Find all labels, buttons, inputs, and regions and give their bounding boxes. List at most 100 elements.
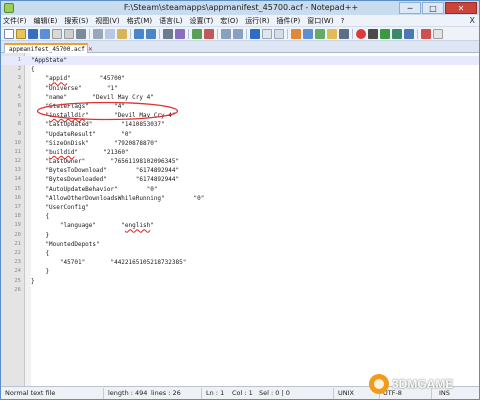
wrap-icon[interactable] — [250, 28, 260, 39]
tab-close-icon[interactable]: ✕ — [88, 46, 93, 53]
code-line[interactable]: 20 } — [1, 231, 479, 240]
sync-h-icon[interactable] — [233, 28, 243, 39]
code-line[interactable]: 6 "StateFlags" "4" — [1, 102, 479, 111]
menu-window[interactable]: 窗口(W) — [307, 16, 333, 26]
menu-macro[interactable]: 宏(O) — [220, 16, 238, 26]
code-line[interactable]: 26 — [1, 286, 479, 295]
print-icon[interactable] — [76, 28, 86, 39]
code-line[interactable]: 13 "BytesToDownload" "6174892944" — [1, 166, 479, 175]
toolbar-separator — [287, 28, 288, 39]
play-multiple-icon[interactable] — [392, 28, 402, 39]
editor-lines: 1 "AppState" 2{3 "appid" "45700" 4 "Univers… — [1, 56, 479, 295]
menu-search[interactable]: 搜索(S) — [64, 16, 88, 26]
code-line[interactable]: 21 "MountedDepots" — [1, 240, 479, 249]
toolbar-separator — [417, 28, 418, 39]
notepadpp-app-icon[interactable] — [4, 3, 14, 13]
cut-icon[interactable] — [93, 28, 103, 39]
play-icon[interactable] — [380, 28, 390, 39]
code-line[interactable]: 9 "UpdateResult" "0" — [1, 130, 479, 139]
redo-icon[interactable] — [146, 28, 156, 39]
code-line[interactable]: 8 "LastUpdated" "1410853037" — [1, 120, 479, 129]
code-line[interactable]: 18 { — [1, 212, 479, 221]
code-line[interactable]: 15 "AutoUpdateBehavior" "0" — [1, 185, 479, 194]
folder-icon[interactable] — [327, 28, 337, 39]
spellcheck-icon[interactable] — [421, 28, 431, 39]
toolbar-separator — [130, 28, 131, 39]
code-line[interactable]: 14 "BytesDownloaded" "6174892944" — [1, 175, 479, 184]
line-text: "UpdateResult" "0" — [31, 130, 133, 138]
line-number: 12 — [14, 158, 21, 165]
code-line[interactable]: 5 "name" "Devil May Cry 4" — [1, 93, 479, 102]
code-line[interactable]: 4 "Universe" "1" — [1, 84, 479, 93]
text-editor[interactable]: 1 "AppState" 2{3 "appid" "45700" 4 "Univers… — [1, 53, 479, 386]
menu-help[interactable]: ? — [341, 17, 345, 25]
close-window-button[interactable]: ✕ — [445, 2, 477, 14]
code-line[interactable]: 3 "appid" "45700" — [1, 74, 479, 83]
undo-icon[interactable] — [134, 28, 144, 39]
misspelled-word: buildid — [49, 148, 75, 156]
code-line[interactable]: 23 "45701" "4422165105218732385" — [1, 258, 479, 267]
line-text-part: "language" " — [31, 222, 125, 230]
code-line[interactable]: 24 } — [1, 267, 479, 276]
menu-language[interactable]: 语言(L) — [159, 16, 182, 26]
open-icon[interactable] — [16, 28, 26, 39]
menu-file[interactable]: 文件(F) — [3, 16, 27, 26]
indent-guide-icon[interactable] — [274, 28, 284, 39]
code-line[interactable]: 19 "language" "english" — [1, 221, 479, 230]
monitor-icon[interactable] — [339, 28, 349, 39]
menu-view[interactable]: 视图(V) — [95, 16, 119, 26]
abc-icon[interactable] — [433, 28, 443, 39]
save-macro-icon[interactable] — [404, 28, 414, 39]
menu-format[interactable]: 格式(M) — [127, 16, 153, 26]
line-number: 22 — [14, 249, 21, 256]
code-line[interactable]: 12 "LastOwner" "76561198102096345" — [1, 157, 479, 166]
stop-icon[interactable] — [368, 28, 378, 39]
code-line[interactable]: 11 "buildid" "21360" — [1, 148, 479, 157]
code-line[interactable]: 17 "UserConfig" — [1, 203, 479, 212]
close-all-icon[interactable] — [64, 28, 74, 39]
maximize-button[interactable]: □ — [422, 2, 444, 14]
watermark-logo-icon — [369, 374, 389, 394]
status-eol[interactable]: UNIX — [338, 389, 354, 397]
all-chars-icon[interactable] — [262, 28, 272, 39]
code-line[interactable]: 2{ — [1, 65, 479, 74]
sync-v-icon[interactable] — [221, 28, 231, 39]
copy-icon[interactable] — [105, 28, 115, 39]
close-icon[interactable] — [52, 28, 62, 39]
code-line[interactable]: 7 "installdir" "Devil May Cry 4" — [1, 111, 479, 120]
paste-icon[interactable] — [117, 28, 127, 39]
menu-edit[interactable]: 编辑(E) — [34, 16, 58, 26]
title-bar[interactable]: F:\Steam\steamapps\appmanifest_45700.acf… — [1, 1, 479, 15]
code-line[interactable]: 25} — [1, 277, 479, 286]
udl-icon[interactable] — [291, 28, 301, 39]
code-line[interactable]: 16 "AllowOtherDownloadsWhileRunning" "0" — [1, 194, 479, 203]
zoom-in-icon[interactable] — [192, 28, 202, 39]
doc-map-icon[interactable] — [303, 28, 313, 39]
function-list-icon[interactable] — [315, 28, 325, 39]
line-number: 5 — [17, 93, 21, 100]
line-number: 17 — [14, 204, 21, 210]
line-text: "installdir" "Devil May Cry 4" — [31, 111, 175, 120]
menu-settings[interactable]: 设置(T) — [189, 16, 213, 26]
replace-icon[interactable] — [175, 28, 185, 39]
minimize-button[interactable]: ─ — [399, 2, 421, 14]
line-text-part: " "45700" — [67, 75, 125, 83]
save-icon[interactable] — [28, 28, 38, 39]
record-icon[interactable] — [356, 28, 366, 39]
toolbar — [1, 27, 479, 41]
toolbar-separator — [352, 28, 353, 39]
zoom-out-icon[interactable] — [204, 28, 214, 39]
code-line[interactable]: 1 "AppState" — [1, 56, 479, 66]
find-icon[interactable] — [163, 28, 173, 39]
tab-appmanifest[interactable]: appmanifest_45700.acf ✕ — [4, 43, 93, 53]
line-number: 10 — [14, 139, 21, 146]
menu-plugins[interactable]: 插件(P) — [277, 16, 301, 26]
code-line[interactable]: 22 { — [1, 249, 479, 258]
save-all-icon[interactable] — [40, 28, 50, 39]
new-icon[interactable] — [4, 28, 14, 39]
line-text: "MountedDepots" — [31, 240, 100, 248]
misspelled-word: installdir — [49, 112, 86, 120]
close-document-x-icon[interactable]: X — [470, 16, 475, 25]
code-line[interactable]: 10 "SizeOnDisk" "7920878870" — [1, 139, 479, 148]
menu-run[interactable]: 运行(R) — [245, 16, 269, 26]
